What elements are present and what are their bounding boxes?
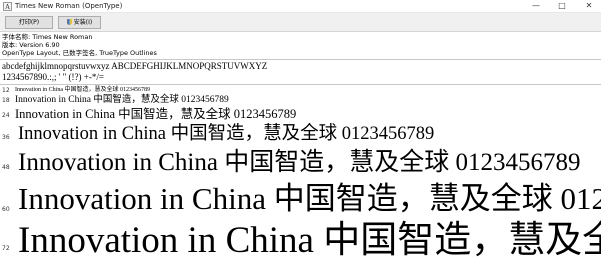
sample-text: Innovation in China 中国智造，慧及全球 0123456789 <box>15 95 229 105</box>
charset-letters: abcdefghijklmnopqrstuvwxyz ABCDEFGHIJKLM… <box>2 61 268 71</box>
sample-row: 18 Innovation in China 中国智造，慧及全球 0123456… <box>0 94 601 106</box>
window-title: Times New Roman (OpenType) <box>15 2 123 10</box>
sample-row: 60 Innovation in China 中国智造，慧及全球 0123456… <box>0 180 601 218</box>
sample-size-label: 48 <box>2 164 10 171</box>
font-type-line: OpenType Layout, 已数字签名, TrueType Outline… <box>2 49 157 57</box>
sample-text: Innovation in China 中国智造，慧及全球 0123456789 <box>15 87 150 93</box>
sample-size-label: 36 <box>2 134 10 141</box>
sample-text: Innovation in China 中国智造，慧及全球 0123456789 <box>18 181 601 216</box>
print-button[interactable]: 打印(P) <box>5 16 53 29</box>
sample-row: 12 Innovation in China 中国智造，慧及全球 0123456… <box>0 86 601 94</box>
sample-size-label: 18 <box>2 97 10 104</box>
font-file-icon: A <box>3 2 12 11</box>
shield-icon <box>66 19 72 25</box>
print-button-label: 打印(P) <box>18 19 40 26</box>
font-name-line: 字体名称: Times New Roman <box>2 33 93 41</box>
title-bar: A Times New Roman (OpenType) — □ ✕ <box>0 0 601 13</box>
sample-size-label: 24 <box>2 112 10 119</box>
sample-row: 24 Innovation in China 中国智造，慧及全球 0123456… <box>0 106 601 123</box>
sample-size-label: 60 <box>2 206 10 213</box>
charset-divider <box>0 84 601 85</box>
minimize-button[interactable]: — <box>527 0 545 12</box>
charset-symbols: 1234567890.:,; ' " (!?) +-*/= <box>2 72 104 82</box>
font-version-line: 版本: Version 6.90 <box>2 41 60 49</box>
install-button[interactable]: 安装(I) <box>58 16 101 29</box>
sample-row: 36 Innovation in China 中国智造，慧及全球 0123456… <box>0 123 601 147</box>
sample-text: Innovation in China 中国智造，慧及全球 0123456789 <box>18 124 435 144</box>
maximize-button[interactable]: □ <box>553 0 571 12</box>
toolbar: 打印(P) 安装(I) <box>0 13 601 32</box>
sample-size-label: 12 <box>2 87 10 94</box>
info-divider <box>0 59 601 60</box>
close-button[interactable]: ✕ <box>580 0 598 12</box>
sample-row: 72 Innovation in China 中国智造，慧及全球 0123456… <box>0 218 601 265</box>
sample-text: Innovation in China 中国智造，慧及全球 0123456789 <box>18 220 601 261</box>
sample-text: Innovation in China 中国智造，慧及全球 0123456789 <box>15 107 297 121</box>
sample-row: 48 Innovation in China 中国智造，慧及全球 0123456… <box>0 147 601 180</box>
sample-size-label: 72 <box>2 245 10 252</box>
sample-text: Innovation in China 中国智造，慧及全球 0123456789 <box>18 149 581 176</box>
install-button-label: 安装(I) <box>73 19 93 26</box>
